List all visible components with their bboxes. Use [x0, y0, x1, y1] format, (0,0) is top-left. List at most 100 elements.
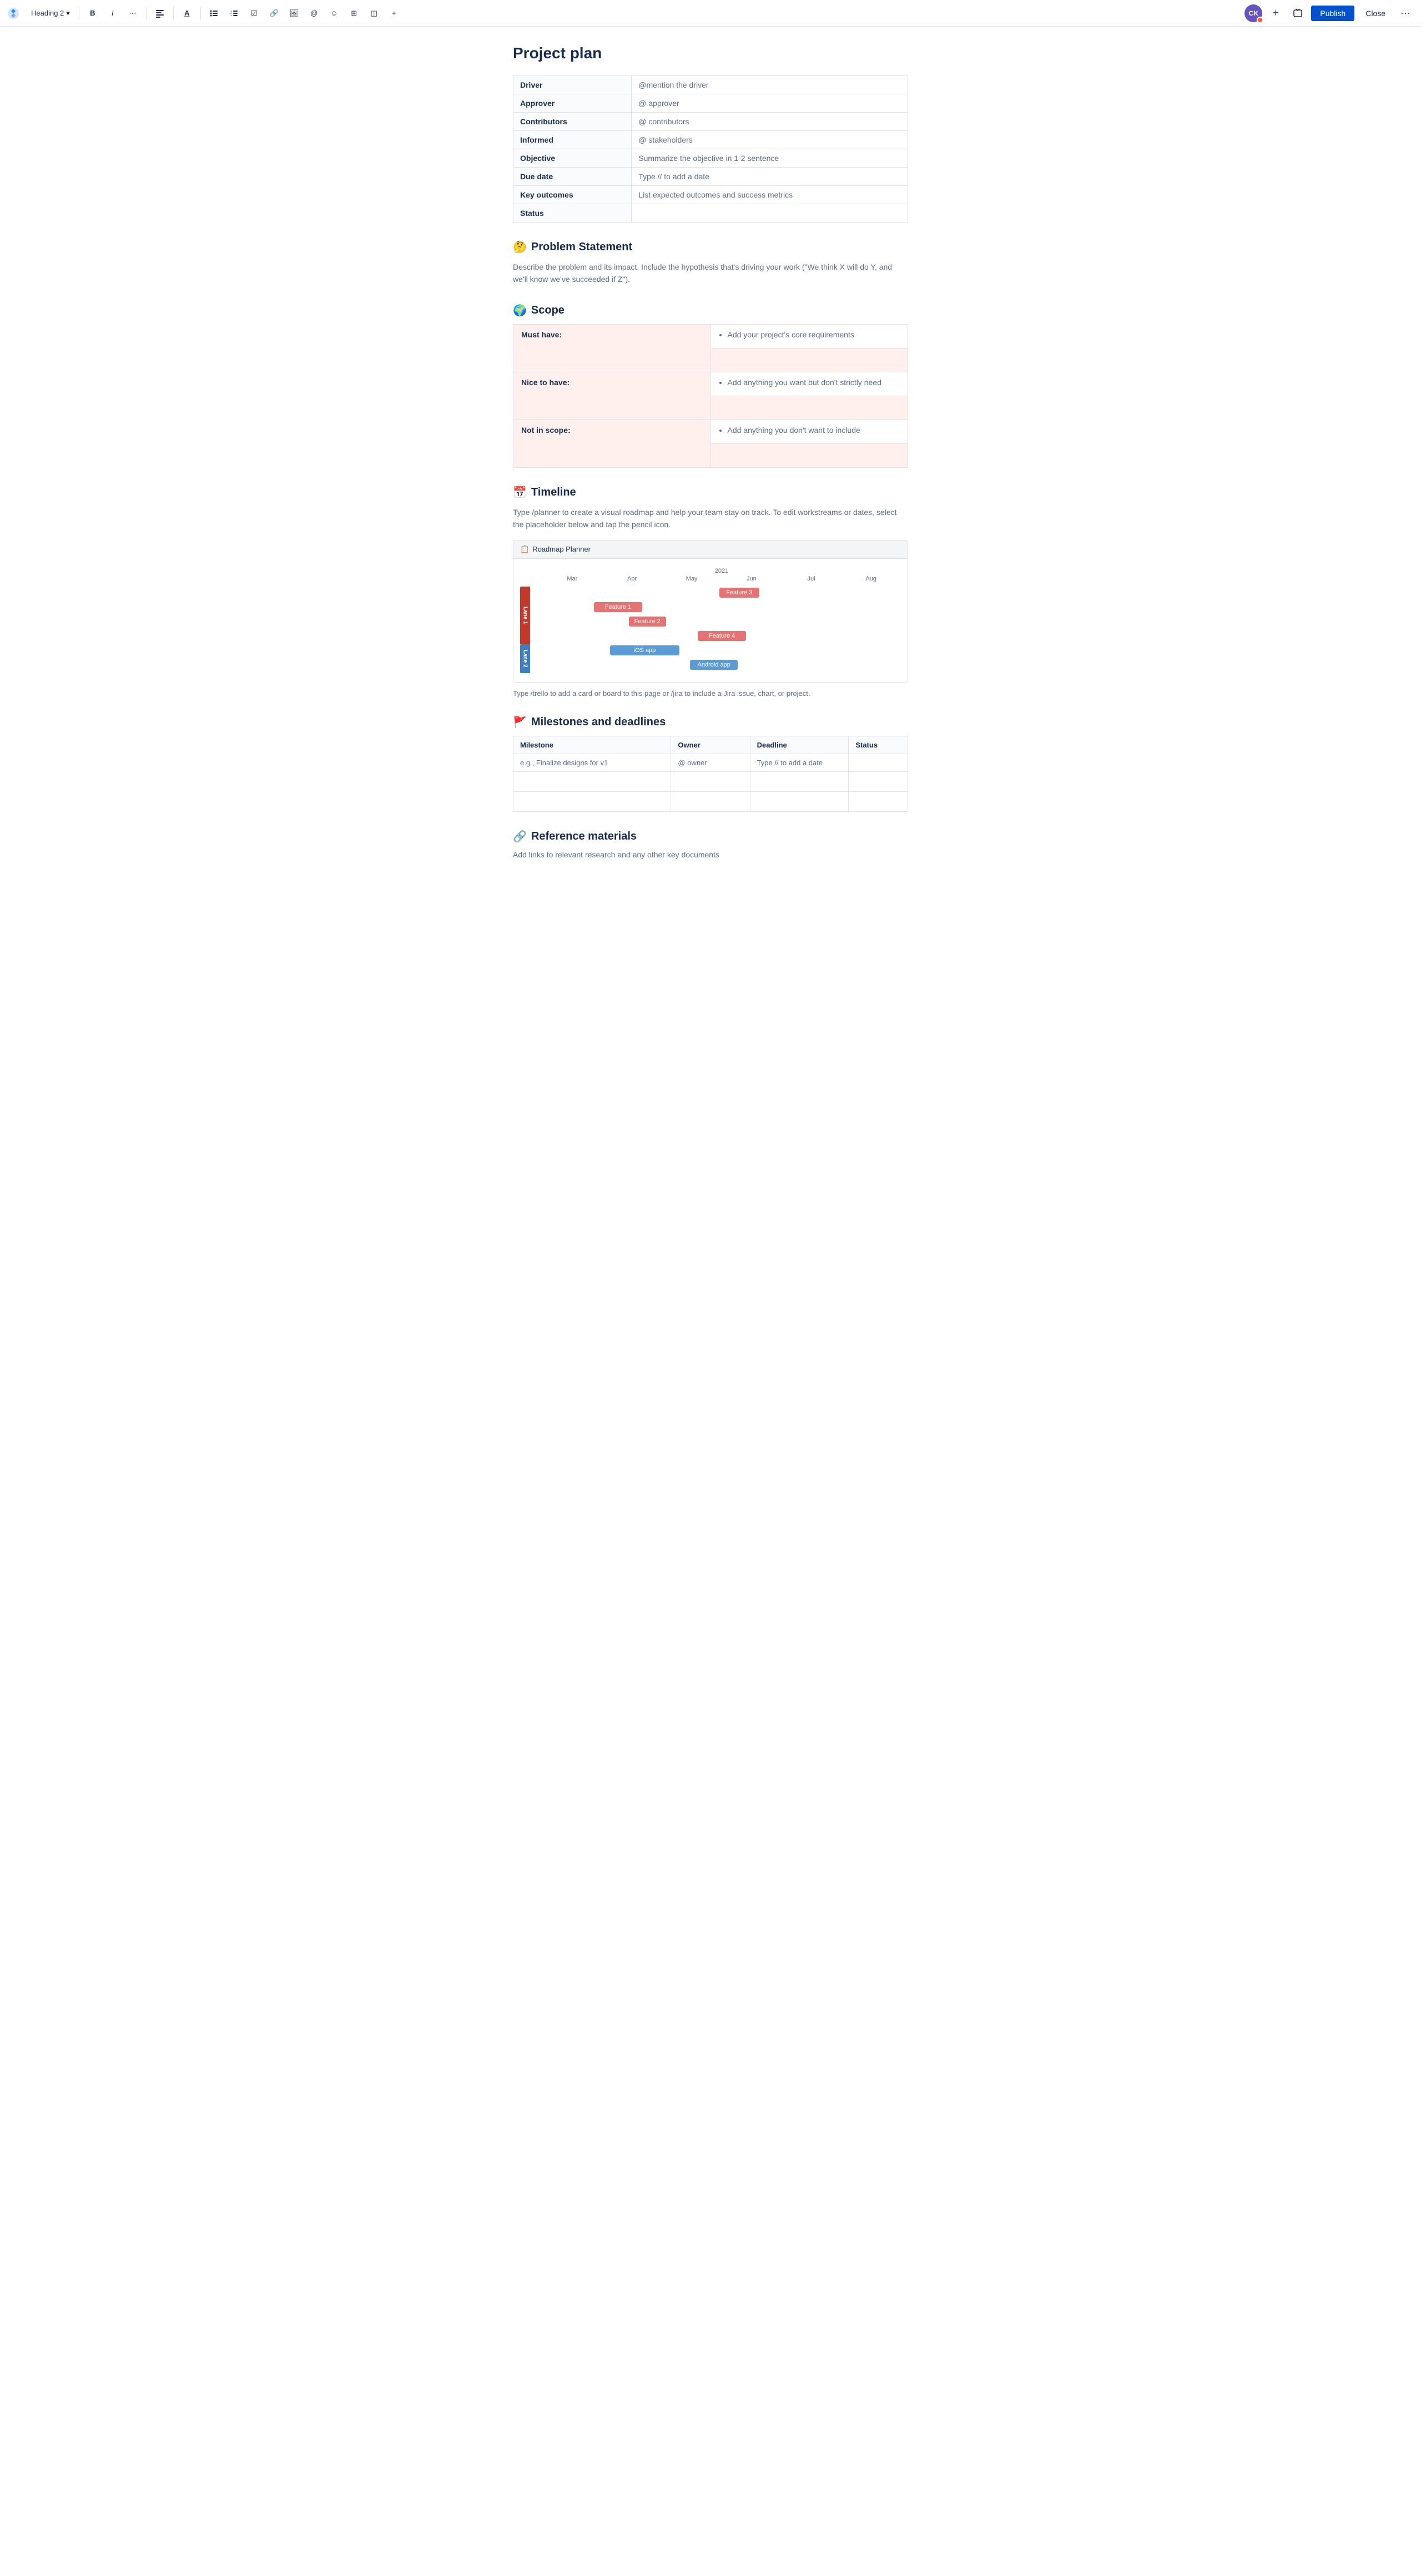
- milestone-column-header: Status: [849, 736, 908, 754]
- milestone-cell: e.g., Finalize designs for v1: [513, 754, 671, 771]
- gantt-bar: Feature 3: [719, 588, 759, 598]
- avatar-initials: CK: [1249, 9, 1258, 17]
- share-button[interactable]: [1289, 4, 1307, 22]
- info-value: List expected outcomes and success metri…: [632, 186, 908, 204]
- reference-section: 🔗 Reference materials Add links to relev…: [513, 830, 908, 859]
- align-button[interactable]: [151, 4, 169, 22]
- more-format-button[interactable]: ···: [124, 4, 142, 22]
- roadmap-lane: Lane 2iOS appAndroid app: [520, 644, 901, 673]
- milestone-cell: Type // to add a date: [750, 754, 849, 771]
- roadmap-header: 📋 Roadmap Planner: [513, 541, 908, 559]
- gantt-track: Feature 4: [530, 630, 901, 642]
- insert-more-button[interactable]: +: [385, 4, 403, 22]
- page-content: Project plan Driver@mention the driverAp…: [500, 27, 921, 921]
- gantt-bar: Android app: [690, 660, 738, 670]
- avatar[interactable]: CK: [1244, 4, 1262, 22]
- roadmap-month: May: [662, 575, 722, 582]
- color-icon: A: [184, 9, 189, 17]
- milestone-cell: [750, 791, 849, 811]
- scope-row: Nice to have: Add anything you want but …: [513, 372, 908, 396]
- roadmap-chart: 2021 MarAprMayJunJulAug Lane 1Feature 3F…: [513, 559, 908, 682]
- image-button[interactable]: 🖼: [285, 4, 303, 22]
- lane-label: Lane 1: [520, 587, 530, 644]
- roadmap-month: Aug: [841, 575, 901, 582]
- milestone-row: [513, 771, 908, 791]
- milestone-row: e.g., Finalize designs for v1@ ownerType…: [513, 754, 908, 771]
- milestones-section: 🚩 Milestones and deadlines MilestoneOwne…: [513, 715, 908, 812]
- divider-2: [146, 7, 147, 20]
- milestone-cell: [849, 754, 908, 771]
- gantt-track: iOS app: [530, 644, 901, 656]
- italic-button[interactable]: I: [104, 4, 122, 22]
- roadmap-month: Apr: [602, 575, 662, 582]
- overflow-menu-button[interactable]: ···: [1397, 4, 1414, 22]
- roadmap-body: Lane 1Feature 3Feature 1Feature 2Feature…: [520, 587, 901, 673]
- scope-label: Must have:: [513, 324, 711, 372]
- gantt-track: Feature 2: [530, 615, 901, 628]
- scope-item-empty: ·: [710, 396, 908, 420]
- roadmap-month: Jul: [782, 575, 841, 582]
- checkbox-button[interactable]: ☑: [245, 4, 263, 22]
- scope-item: Add anything you want but don't strictly…: [710, 372, 908, 396]
- app-logo[interactable]: [7, 7, 20, 20]
- gantt-bar: Feature 4: [698, 631, 745, 641]
- info-value: [632, 204, 908, 223]
- scope-label: Not in scope:: [513, 420, 711, 467]
- emoji-button[interactable]: ☺: [325, 4, 343, 22]
- problem-statement-heading: 🤔 Problem Statement: [513, 240, 908, 254]
- milestone-column-header: Owner: [671, 736, 750, 754]
- divider-3: [173, 7, 174, 20]
- bullet-list-button[interactable]: [205, 4, 223, 22]
- info-label: Approver: [513, 94, 632, 113]
- reference-emoji: 🔗: [513, 830, 527, 843]
- timeline-emoji: 📅: [513, 486, 527, 499]
- roadmap-container[interactable]: 📋 Roadmap Planner 2021 MarAprMayJunJulAu…: [513, 540, 908, 683]
- gantt-bar: iOS app: [610, 645, 679, 655]
- close-button[interactable]: Close: [1359, 6, 1392, 21]
- lane-tracks: Feature 3Feature 1Feature 2Feature 4: [530, 587, 901, 644]
- milestone-cell: @ owner: [671, 754, 750, 771]
- heading-selector[interactable]: Heading 2 ▾: [27, 7, 74, 20]
- problem-emoji: 🤔: [513, 240, 527, 254]
- bold-button[interactable]: B: [84, 4, 102, 22]
- roadmap-lane: Lane 1Feature 3Feature 1Feature 2Feature…: [520, 587, 901, 644]
- scope-item-empty: ·: [710, 443, 908, 467]
- gantt-track: Android app: [530, 659, 901, 671]
- info-value: @ approver: [632, 94, 908, 113]
- scope-emoji: 🌍: [513, 304, 527, 317]
- numbered-list-button[interactable]: 1. 2. 3.: [225, 4, 243, 22]
- scope-item-empty: ·: [710, 348, 908, 372]
- milestone-row: [513, 791, 908, 811]
- avatar-badge: [1257, 17, 1263, 23]
- chart-button[interactable]: ◫: [365, 4, 383, 22]
- scope-row: Must have: Add your project's core requi…: [513, 324, 908, 348]
- add-collaborator-button[interactable]: +: [1267, 4, 1284, 22]
- gantt-track: Feature 3: [530, 587, 901, 599]
- milestone-cell: [513, 771, 671, 791]
- toolbar-right: CK + Publish Close ···: [1244, 4, 1414, 22]
- heading-label: Heading 2: [31, 9, 64, 17]
- chevron-down-icon: ▾: [66, 9, 70, 18]
- info-table-row: Driver@mention the driver: [513, 76, 908, 94]
- table-button[interactable]: ⊞: [345, 4, 363, 22]
- milestone-cell: [849, 791, 908, 811]
- publish-button[interactable]: Publish: [1311, 6, 1354, 21]
- roadmap-month: Jun: [722, 575, 782, 582]
- color-button[interactable]: A: [178, 4, 196, 22]
- toolbar: Heading 2 ▾ B I ··· A 1. 2. 3. ☑ 🔗: [0, 0, 1421, 27]
- roadmap-months: MarAprMayJunJulAug: [542, 575, 901, 582]
- milestone-header-row: MilestoneOwnerDeadlineStatus: [513, 736, 908, 754]
- timeline-hint: Type /trello to add a card or board to t…: [513, 689, 908, 698]
- info-value: @ contributors: [632, 113, 908, 131]
- scope-item: Add anything you don't want to include: [710, 420, 908, 443]
- roadmap-title: Roadmap Planner: [532, 545, 591, 553]
- reference-heading: 🔗 Reference materials: [513, 830, 908, 843]
- timeline-desc: Type /planner to create a visual roadmap…: [513, 506, 908, 531]
- at-mention-button[interactable]: @: [305, 4, 323, 22]
- info-value: Summarize the objective in 1-2 sentence: [632, 149, 908, 168]
- milestone-cell: [513, 791, 671, 811]
- link-button[interactable]: 🔗: [265, 4, 283, 22]
- milestones-heading: 🚩 Milestones and deadlines: [513, 715, 908, 729]
- info-value: @ stakeholders: [632, 131, 908, 149]
- info-table-row: Informed@ stakeholders: [513, 131, 908, 149]
